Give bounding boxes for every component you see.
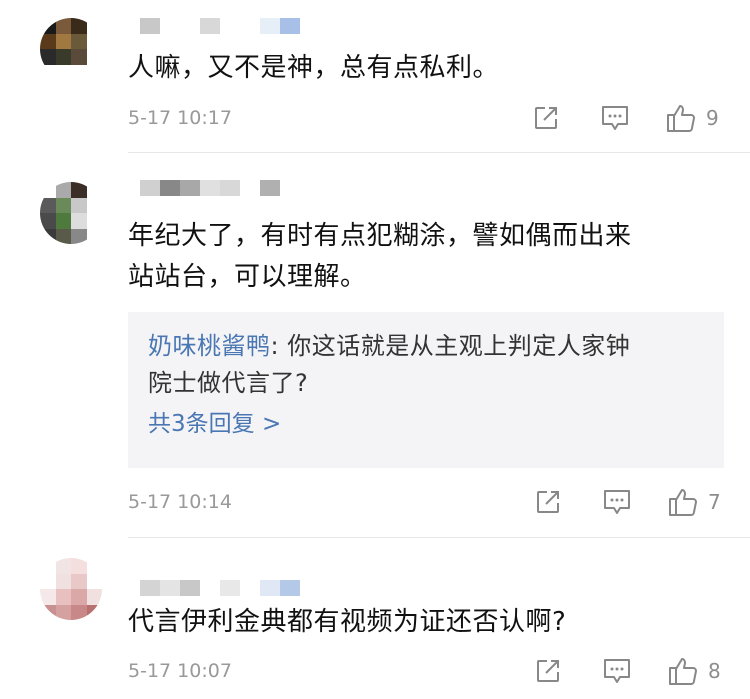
comment-text-line: 人嘛，又不是神，总有点私利。 (128, 53, 500, 83)
comment-meta: 5-17 10:14 7 (128, 487, 750, 517)
more-replies-link[interactable]: 共3条回复 > (148, 406, 281, 442)
username-redacted[interactable] (140, 580, 300, 596)
reply-preview[interactable]: 奶味桃酱鸭: 你这话就是从主观上判定人家钟 院士做代言了? 共3条回复 > (128, 312, 724, 468)
comment-icon (604, 659, 630, 683)
divider (128, 537, 750, 538)
avatar[interactable] (40, 558, 102, 620)
comment-icon (602, 106, 628, 130)
comment-text-line: 代言伊利金典都有视频为证还否认啊? (128, 607, 567, 637)
reply-button[interactable] (600, 103, 630, 133)
share-button[interactable] (532, 103, 560, 133)
comment-item: 代言伊利金典都有视频为证还否认啊? 5-17 10:07 8 (0, 540, 750, 699)
username-redacted[interactable] (140, 180, 280, 196)
reply-button[interactable] (602, 487, 632, 517)
comment-meta: 5-17 10:07 8 (128, 656, 750, 686)
avatar[interactable] (40, 182, 102, 244)
comment-text: 代言伊利金典都有视频为证还否认啊? (128, 602, 718, 643)
like-count: 8 (708, 659, 721, 683)
comment-icon (604, 490, 630, 514)
username-redacted[interactable] (140, 18, 300, 34)
reply-content: : 你这话就是从主观上判定人家钟 (270, 332, 631, 360)
comment-item: 人嘛，又不是神，总有点私利。 5-17 10:17 9 (0, 0, 750, 160)
share-button[interactable] (534, 487, 562, 517)
thumbs-up-icon (667, 105, 695, 132)
comment-text: 年纪大了，有时有点犯糊涂，譬如偶而出来 站站台，可以理解。 (128, 216, 718, 298)
comment-time: 5-17 10:17 (128, 107, 232, 129)
share-icon (537, 660, 559, 682)
avatar[interactable] (40, 18, 102, 80)
comment-item: 年纪大了，有时有点犯糊涂，譬如偶而出来 站站台，可以理解。 奶味桃酱鸭: 你这话… (0, 160, 750, 540)
reply-text: 奶味桃酱鸭: 你这话就是从主观上判定人家钟 (148, 327, 630, 365)
divider (128, 152, 750, 153)
comment-text-line: 站站台，可以理解。 (128, 262, 367, 292)
like-button[interactable]: 7 (668, 487, 721, 517)
comment-time: 5-17 10:07 (128, 660, 232, 682)
reply-author[interactable]: 奶味桃酱鸭 (148, 332, 271, 360)
like-count: 7 (708, 490, 721, 514)
comment-meta: 5-17 10:17 9 (128, 103, 750, 133)
comment-text: 人嘛，又不是神，总有点私利。 (128, 48, 718, 89)
like-button[interactable]: 8 (668, 656, 721, 686)
reply-button[interactable] (602, 656, 632, 686)
share-icon (535, 107, 557, 129)
share-button[interactable] (534, 656, 562, 686)
share-icon (537, 491, 559, 513)
comment-text-line: 年纪大了，有时有点犯糊涂，譬如偶而出来 (128, 221, 632, 251)
like-button[interactable]: 9 (666, 103, 719, 133)
like-count: 9 (706, 106, 719, 130)
comment-time: 5-17 10:14 (128, 491, 232, 513)
thumbs-up-icon (669, 658, 697, 685)
reply-text-line2: 院士做代言了? (148, 369, 309, 397)
thumbs-up-icon (669, 489, 697, 516)
